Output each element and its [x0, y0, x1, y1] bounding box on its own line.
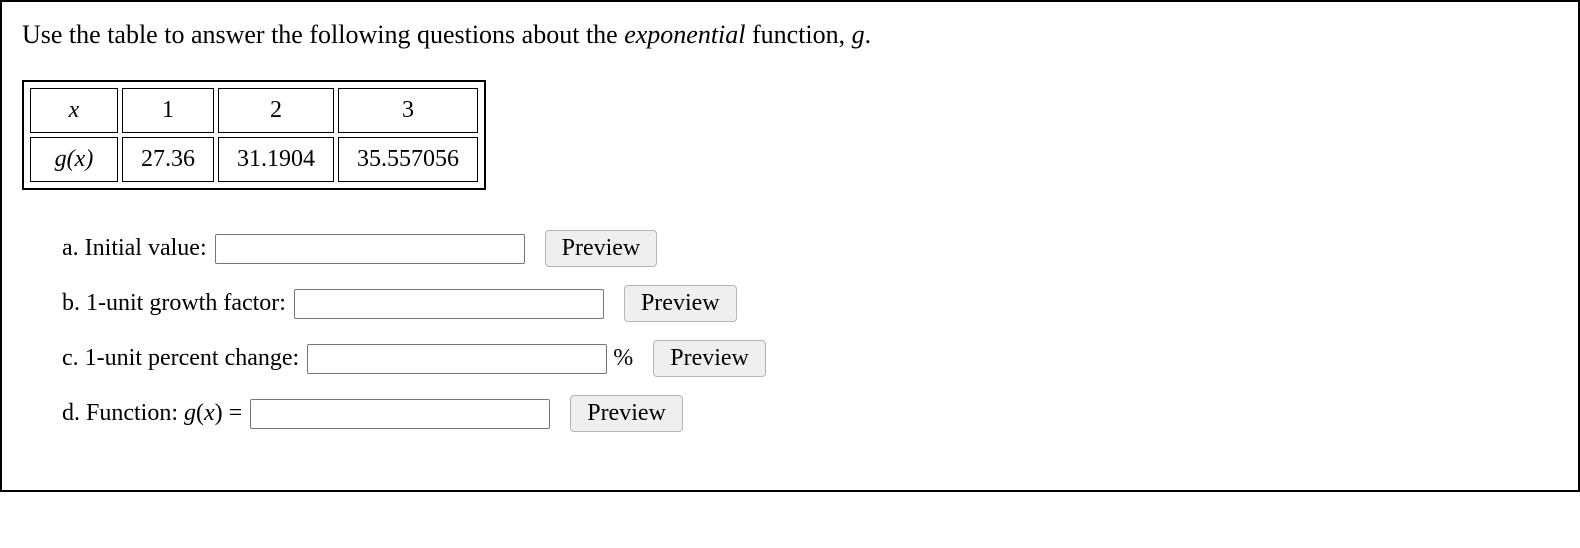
preview-button-b[interactable]: Preview: [624, 285, 737, 322]
cell-gx-3: 35.557056: [338, 137, 478, 182]
prompt-text-pre: Use the table to answer the following qu…: [22, 20, 624, 49]
question-a-label: a. Initial value:: [62, 235, 207, 262]
question-list: a. Initial value: Preview b. 1-unit grow…: [22, 230, 1558, 432]
growth-factor-input[interactable]: [294, 289, 604, 319]
question-b-label: b. 1-unit growth factor:: [62, 290, 286, 317]
prompt-emphasis: exponential: [624, 20, 745, 49]
table-row: g(x) 27.36 31.1904 35.557056: [30, 137, 478, 182]
question-container: Use the table to answer the following qu…: [0, 0, 1580, 492]
question-prompt: Use the table to answer the following qu…: [22, 20, 1558, 50]
function-input[interactable]: [250, 399, 550, 429]
table-row: x 1 2 3: [30, 88, 478, 133]
question-d-label: d. Function: g(x) =: [62, 400, 242, 427]
percent-suffix: %: [613, 345, 633, 372]
question-b: b. 1-unit growth factor: Preview: [62, 285, 1558, 322]
cell-x-3: 3: [338, 88, 478, 133]
preview-button-a[interactable]: Preview: [545, 230, 658, 267]
question-a: a. Initial value: Preview: [62, 230, 1558, 267]
cell-gx-2: 31.1904: [218, 137, 334, 182]
percent-change-input[interactable]: [307, 344, 607, 374]
prompt-text-post: function,: [746, 20, 852, 49]
row-header-x: x: [30, 88, 118, 133]
preview-button-d[interactable]: Preview: [570, 395, 683, 432]
initial-value-input[interactable]: [215, 234, 525, 264]
data-table: x 1 2 3 g(x) 27.36 31.1904 35.557056: [22, 80, 486, 190]
preview-button-c[interactable]: Preview: [653, 340, 766, 377]
prompt-gvar: g: [852, 20, 865, 49]
cell-gx-1: 27.36: [122, 137, 214, 182]
question-d: d. Function: g(x) = Preview: [62, 395, 1558, 432]
question-c: c. 1-unit percent change: % Preview: [62, 340, 1558, 377]
question-c-label: c. 1-unit percent change:: [62, 345, 299, 372]
row-header-gx: g(x): [30, 137, 118, 182]
cell-x-2: 2: [218, 88, 334, 133]
cell-x-1: 1: [122, 88, 214, 133]
prompt-period: .: [865, 20, 872, 49]
